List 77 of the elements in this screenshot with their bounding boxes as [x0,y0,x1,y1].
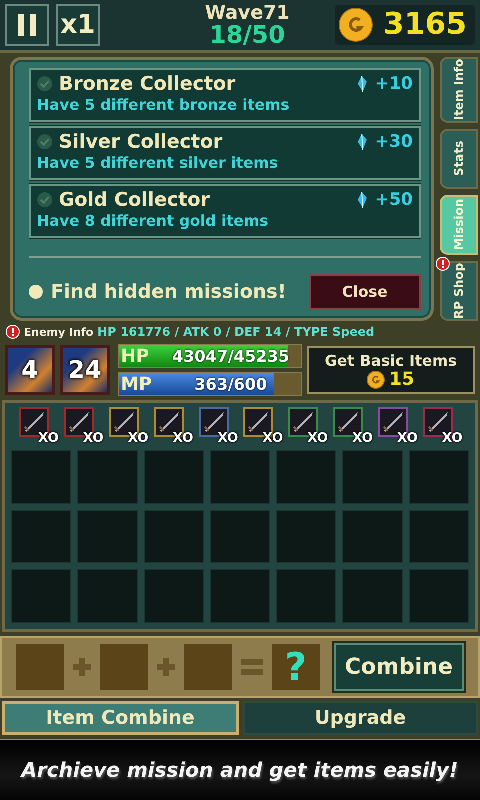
inventory-slot[interactable] [408,510,469,564]
item-count: XO [397,432,418,445]
item-count: XO [352,432,374,445]
combine-slot[interactable] [100,644,148,690]
coin-amount: 3165 [382,10,467,40]
skill-count: 24 [60,345,110,395]
mp-label: MP [120,374,154,394]
result-slot: ? [272,644,320,690]
inventory-slot[interactable] [408,569,469,623]
inventory-slot[interactable] [11,450,72,504]
get-basic-items-button[interactable]: Get Basic Items 15 [307,346,475,394]
crystal-icon [355,191,370,209]
mission-description: Have 8 different gold items [37,212,270,230]
side-tab[interactable]: Item Info [440,57,478,122]
inventory-slot[interactable] [342,510,403,564]
item-count: XO [83,432,104,445]
item-count: XO [173,432,194,445]
item-count: XO [128,432,149,445]
mp-reading: 363/600 [194,374,268,394]
reward-amount: +10 [375,74,413,94]
hp-label: HP [120,346,150,366]
item-count: XO [38,432,59,445]
mission-title: Gold Collector [59,189,212,211]
reward-amount: +30 [375,132,413,152]
inventory-slot[interactable] [77,450,138,504]
crystal-icon [355,133,370,151]
item-count: XO [218,432,238,445]
enemy-info-label: Enemy Info [24,326,94,338]
reward-amount: +50 [375,190,413,210]
inventory-slot[interactable] [144,569,204,623]
plus-icon [72,657,92,677]
speed-button[interactable]: x1 [56,4,100,46]
inventory-slot[interactable] [77,510,138,564]
inventory-slot[interactable] [342,450,403,504]
mission-description: Have 5 different silver items [37,154,280,172]
mission-description: Have 5 different bronze items [37,96,291,114]
inventory-slot[interactable] [276,569,336,623]
wave-label: Wave71 [205,4,290,22]
inventory-slot[interactable] [11,510,72,564]
mission-title: Bronze Collector [59,73,237,95]
crystal-icon [355,75,370,93]
bottom-tab[interactable]: Upgrade [243,701,478,735]
pause-button[interactable] [5,4,49,46]
inventory-slot[interactable] [210,450,270,504]
equals-icon [240,658,264,676]
mission-title: Silver Collector [59,131,224,153]
inventory-slot[interactable] [210,569,270,623]
item-count: XO [308,432,328,445]
inventory-slot[interactable] [342,569,403,623]
inventory-slot[interactable] [144,450,204,504]
enemy-stats: HP 161776 / ATK 0 / DEF 14 / TYPE Speed [98,325,375,339]
wave-counter: 18/50 [210,22,286,46]
item-count: XO [262,432,284,445]
side-tab[interactable]: Stats [440,128,478,189]
coin-icon [339,8,373,42]
inventory-slot[interactable] [144,510,204,564]
inventory-slot[interactable] [408,450,469,504]
banner-text: Archieve mission and get items easily! [22,758,458,782]
hint-text: Find hidden missions! [51,281,288,303]
plus-icon [156,657,176,677]
close-button[interactable]: Close [309,274,421,310]
hp-reading: 43047/45235 [171,346,291,366]
inventory-slot[interactable] [210,510,270,564]
item-count: XO [442,432,463,445]
inventory-slot[interactable] [77,569,138,623]
bottom-tab[interactable]: Item Combine [2,701,239,735]
skill-count: 4 [5,345,55,395]
combine-slot[interactable] [184,644,232,690]
coin-icon [367,370,386,388]
dot-icon [29,285,43,299]
inventory-slot[interactable] [276,450,336,504]
inventory-slot[interactable] [11,569,72,623]
inventory-slot[interactable] [276,510,336,564]
combine-button[interactable]: Combine [334,643,464,691]
combine-slot[interactable] [16,644,64,690]
alert-icon [6,325,20,339]
pause-icon [17,13,37,37]
